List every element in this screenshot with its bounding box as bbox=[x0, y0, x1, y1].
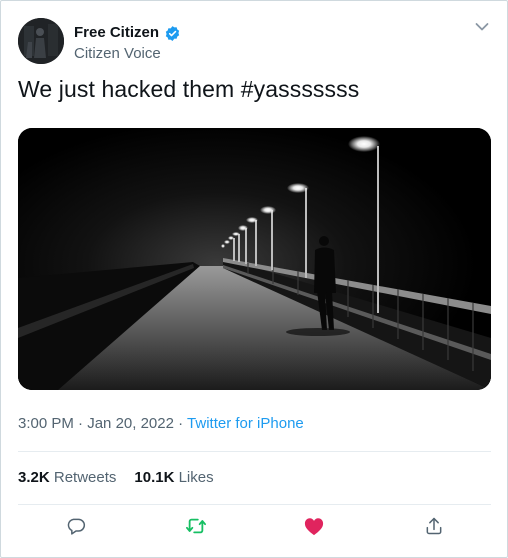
tweet-card: Free Citizen Citizen Voice We just hacke… bbox=[0, 0, 508, 558]
author-name[interactable]: Free Citizen bbox=[74, 24, 181, 42]
reply-button[interactable] bbox=[61, 513, 91, 543]
retweet-button[interactable] bbox=[181, 513, 211, 543]
chevron-down-icon[interactable] bbox=[475, 19, 489, 31]
tweet-text: We just hacked them #yasssssss bbox=[18, 76, 360, 102]
verified-badge-icon bbox=[164, 25, 181, 42]
retweets-stat[interactable]: 3.2K Retweets bbox=[18, 469, 116, 487]
retweet-icon bbox=[185, 516, 207, 541]
tweet-photo[interactable] bbox=[18, 128, 491, 390]
heart-icon bbox=[303, 516, 325, 541]
like-button[interactable] bbox=[299, 513, 329, 543]
retweets-label: Retweets bbox=[53, 469, 117, 486]
tweet-actions bbox=[1, 513, 507, 543]
divider bbox=[18, 504, 491, 505]
share-button[interactable] bbox=[419, 513, 449, 543]
avatar[interactable] bbox=[18, 18, 64, 64]
divider bbox=[18, 451, 491, 452]
reply-icon bbox=[66, 516, 86, 541]
retweets-count: 3.2K bbox=[18, 469, 50, 486]
tweet-meta: 3:00 PM · Jan 20, 2022 · Twitter for iPh… bbox=[18, 415, 304, 433]
tweet-source-link[interactable]: Twitter for iPhone bbox=[187, 415, 304, 432]
tweet-date[interactable]: Jan 20, 2022 bbox=[87, 415, 174, 432]
tweet-stats: 3.2K Retweets 10.1K Likes bbox=[18, 469, 214, 487]
meta-separator: · bbox=[178, 415, 184, 432]
likes-count: 10.1K bbox=[134, 469, 175, 486]
meta-separator: · bbox=[78, 415, 84, 432]
avatar-image bbox=[18, 18, 64, 64]
share-icon bbox=[424, 516, 444, 541]
likes-label: Likes bbox=[178, 469, 214, 486]
bridge-at-night-photo bbox=[18, 128, 491, 390]
tweet-time[interactable]: 3:00 PM bbox=[18, 415, 74, 432]
author-handle[interactable]: Citizen Voice bbox=[74, 45, 161, 63]
likes-stat[interactable]: 10.1K Likes bbox=[134, 469, 213, 487]
display-name: Free Citizen bbox=[74, 24, 160, 41]
